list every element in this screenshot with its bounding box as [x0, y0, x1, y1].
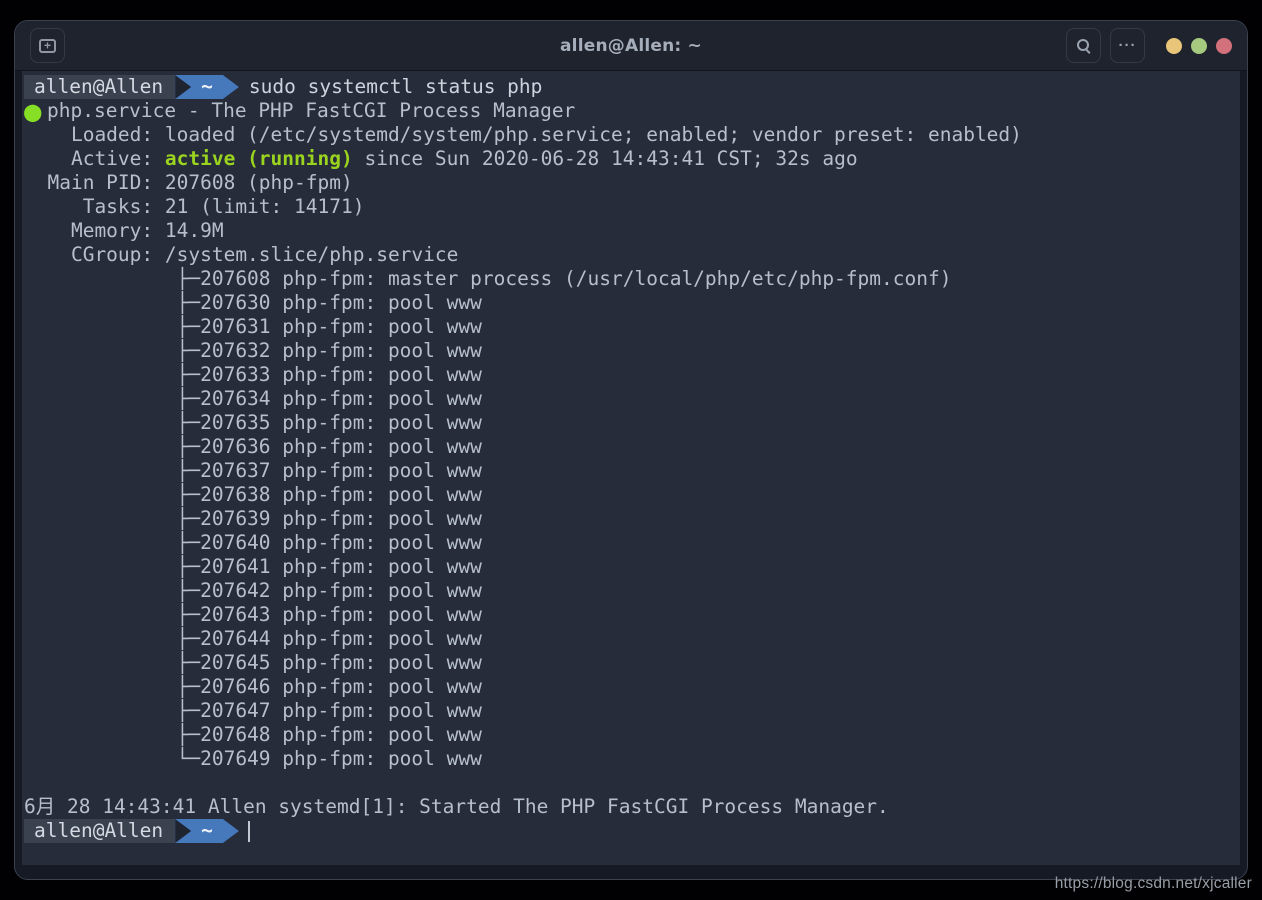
journal-line: 6月 28 14:43:41 Allen systemd[1]: Started… [24, 795, 1240, 819]
terminal-window: + allen@Allen: ~ ··· allen@Allen ~ [14, 20, 1248, 880]
cgroup-pool-process-line: ├─207645 php-fpm: pool www [24, 651, 1240, 675]
window-title: allen@Allen: ~ [560, 36, 702, 56]
cgroup-pool-process-line: ├─207630 php-fpm: pool www [24, 291, 1240, 315]
cgroup-pool-process-line: └─207649 php-fpm: pool www [24, 747, 1240, 771]
blank-line [24, 771, 1240, 795]
cgroup-pool-process-line: ├─207633 php-fpm: pool www [24, 363, 1240, 387]
tasks-line: Tasks: 21 (limit: 14171) [24, 195, 1240, 219]
prompt-user-segment: allen@Allen [24, 819, 175, 843]
cgroup-pool-process-line: ├─207648 php-fpm: pool www [24, 723, 1240, 747]
cgroup-pool-process-line: ├─207637 php-fpm: pool www [24, 459, 1240, 483]
close-button[interactable] [1216, 38, 1232, 54]
search-button[interactable] [1066, 28, 1101, 63]
loaded-line: Loaded: loaded (/etc/systemd/system/php.… [24, 123, 1240, 147]
prompt-line-current: allen@Allen ~ [24, 819, 1240, 843]
plus-glyph: + [44, 39, 51, 51]
text-cursor [248, 821, 250, 842]
titlebar[interactable]: + allen@Allen: ~ ··· [15, 21, 1247, 71]
cgroup-pool-process-line: ├─207647 php-fpm: pool www [24, 699, 1240, 723]
memory-line: Memory: 14.9M [24, 219, 1240, 243]
active-line: Active: active (running) since Sun 2020-… [24, 147, 1240, 171]
prompt-dir-segment: ~ [191, 819, 223, 843]
minimize-button[interactable] [1166, 38, 1182, 54]
cgroup-master-process-line: ├─207608 php-fpm: master process (/usr/l… [24, 267, 1240, 291]
titlebar-right-controls: ··· [1066, 28, 1232, 63]
powerline-separator-icon [175, 819, 191, 843]
powerline-separator-icon [175, 75, 191, 99]
prompt-user-segment: allen@Allen [24, 75, 175, 99]
cgroup-pool-process-line: ├─207640 php-fpm: pool www [24, 531, 1240, 555]
ellipsis-icon: ··· [1119, 38, 1137, 53]
terminal-screen[interactable]: allen@Allen ~ sudo systemctl status php … [22, 71, 1240, 865]
cgroup-pool-process-line: ├─207631 php-fpm: pool www [24, 315, 1240, 339]
powerline-arrow-icon [223, 75, 239, 99]
prompt-dir-segment: ~ [191, 75, 223, 99]
status-dot-icon: ● [24, 99, 47, 123]
maximize-button[interactable] [1191, 38, 1207, 54]
watermark: https://blog.csdn.net/xjcaller [1055, 875, 1252, 893]
powerline-arrow-icon [223, 819, 239, 843]
cgroup-pool-process-line: ├─207635 php-fpm: pool www [24, 411, 1240, 435]
cgroup-pool-process-line: ├─207646 php-fpm: pool www [24, 675, 1240, 699]
cgroup-pool-process-line: ├─207639 php-fpm: pool www [24, 507, 1240, 531]
cgroup-pool-process-line: ├─207643 php-fpm: pool www [24, 603, 1240, 627]
cgroup-pool-process-line: ├─207641 php-fpm: pool www [24, 555, 1240, 579]
cgroup-pool-process-line: ├─207634 php-fpm: pool www [24, 387, 1240, 411]
cgroup-line: CGroup: /system.slice/php.service [24, 243, 1240, 267]
prompt-line: allen@Allen ~ sudo systemctl status php [24, 75, 1240, 99]
command-output: ●php.service - The PHP FastCGI Process M… [24, 99, 1240, 819]
new-tab-button[interactable]: + [30, 28, 65, 63]
search-icon [1076, 38, 1092, 54]
new-tab-icon: + [39, 39, 56, 53]
cgroup-pool-process-line: ├─207638 php-fpm: pool www [24, 483, 1240, 507]
cgroup-pool-process-line: ├─207644 php-fpm: pool www [24, 627, 1240, 651]
cgroup-pool-process-line: ├─207636 php-fpm: pool www [24, 435, 1240, 459]
cgroup-pool-process-line: ├─207642 php-fpm: pool www [24, 579, 1240, 603]
main-pid-line: Main PID: 207608 (php-fpm) [24, 171, 1240, 195]
cgroup-pool-process-line: ├─207632 php-fpm: pool www [24, 339, 1240, 363]
menu-button[interactable]: ··· [1110, 28, 1145, 63]
active-state-text: active (running) [165, 147, 353, 170]
command-text: sudo systemctl status php [249, 75, 543, 99]
service-header-line: ●php.service - The PHP FastCGI Process M… [24, 99, 1240, 123]
